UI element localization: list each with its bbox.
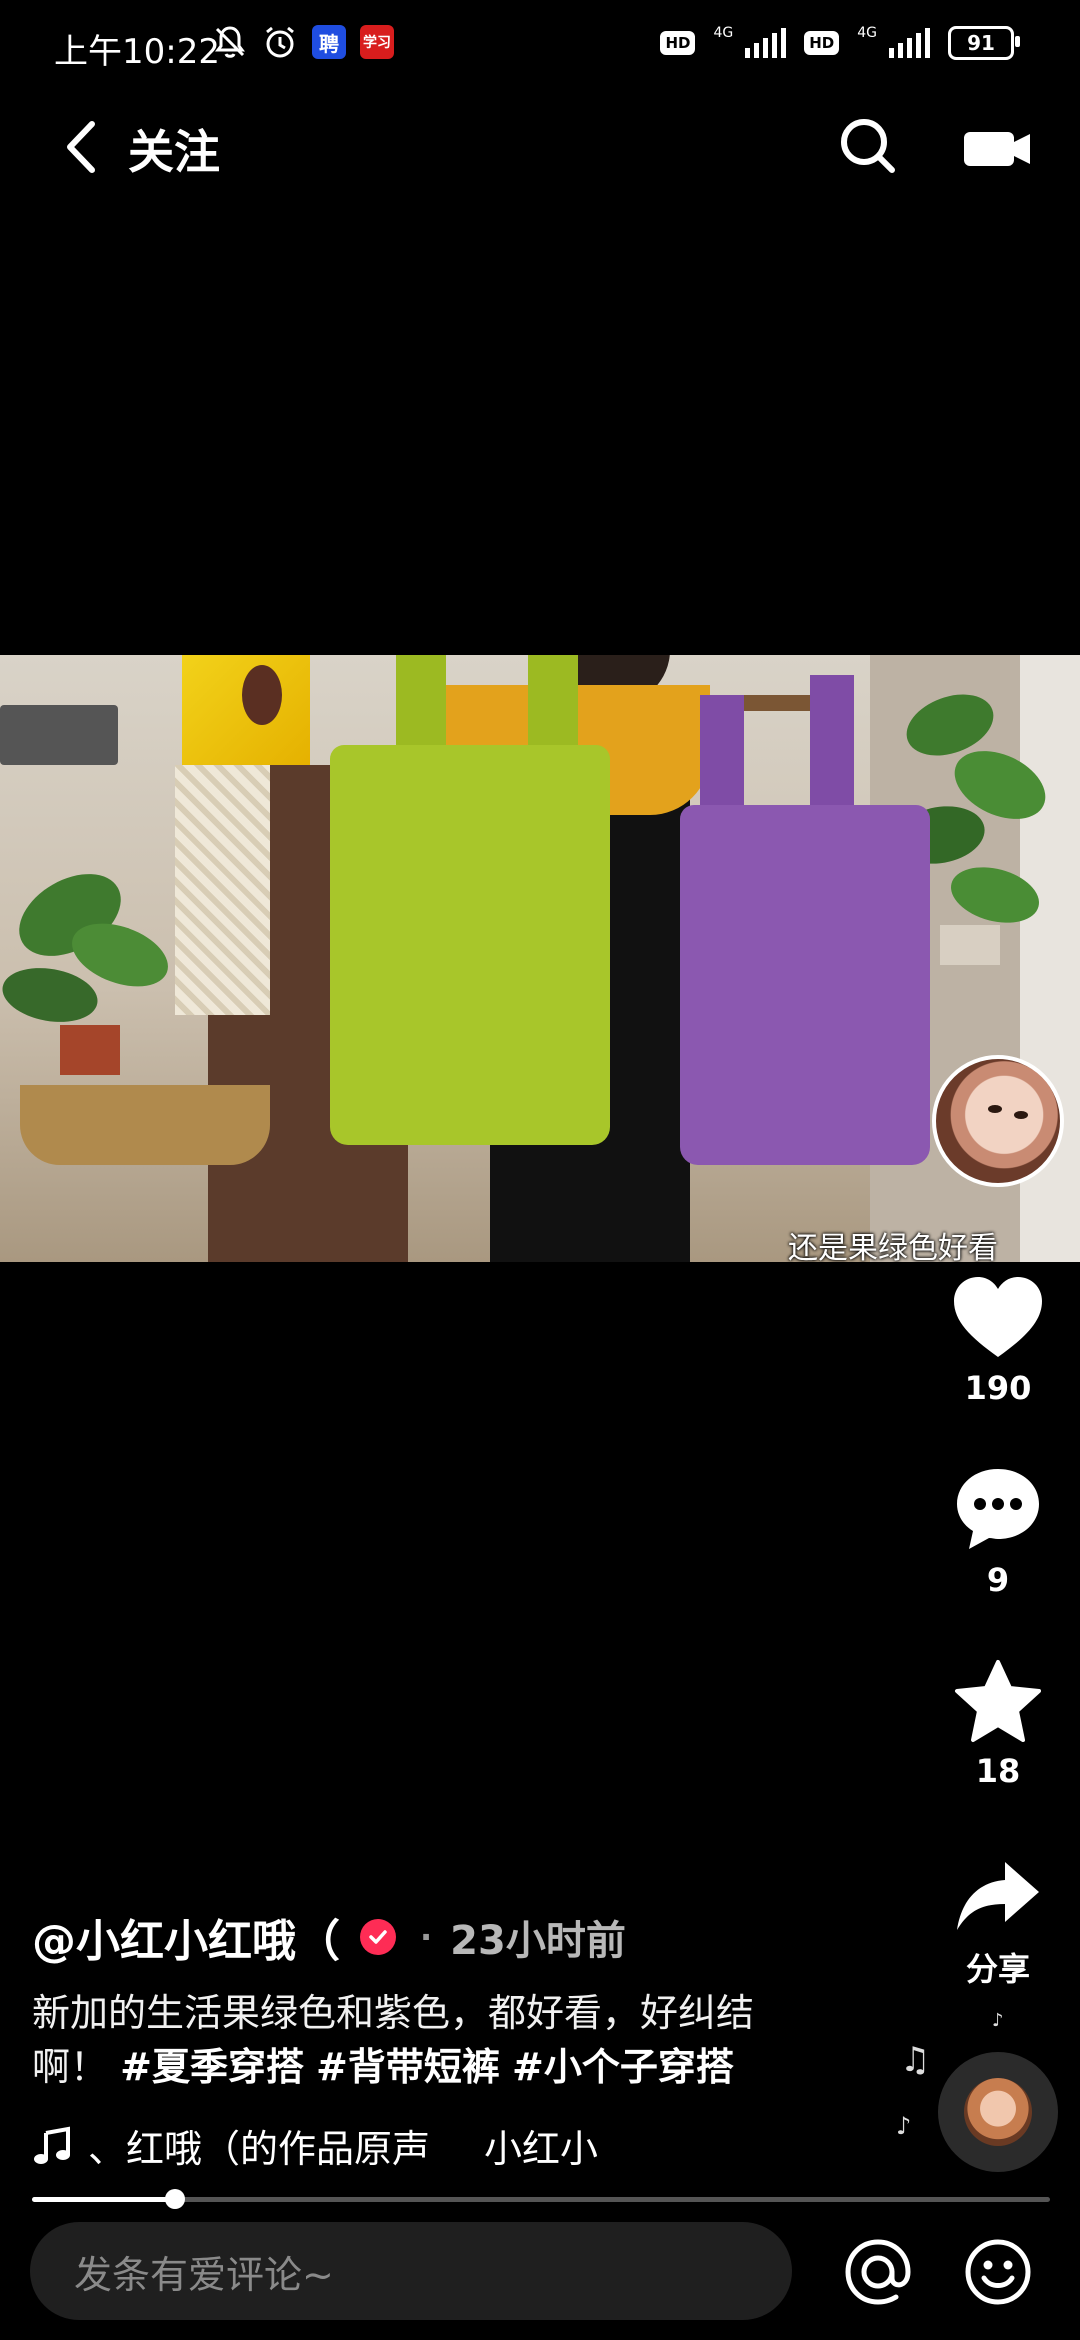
video-content[interactable]: 还是果绿色好看 bbox=[0, 655, 1080, 1262]
floating-note-icon: ♪ bbox=[992, 2010, 1004, 2031]
recruit-app-icon: 聘 bbox=[312, 25, 346, 59]
post-description: 新加的生活果绿色和紫色，都好看，好纠结啊！ #夏季穿搭 #背带短裤 #小个子穿搭 bbox=[32, 1986, 812, 2094]
music-author: 小红小 bbox=[484, 2127, 599, 2171]
video-scene-plant-left bbox=[2, 874, 168, 1075]
chevron-left-icon bbox=[67, 121, 95, 173]
heart-icon bbox=[954, 1277, 1042, 1357]
bell-muted-icon bbox=[215, 26, 245, 58]
page-title[interactable]: 关注 bbox=[128, 116, 220, 182]
floating-note-icon: ♫ bbox=[900, 2040, 931, 2080]
video-scene-switch bbox=[0, 705, 118, 765]
smiley-face-icon bbox=[965, 2239, 1031, 2305]
video-progress-bar[interactable] bbox=[32, 2189, 1050, 2209]
status-time: 上午10:22 bbox=[54, 32, 220, 72]
music-title: 、红哦（的作品原声 bbox=[88, 2127, 431, 2171]
hashtag-link[interactable]: #夏季穿搭 bbox=[120, 2045, 304, 2089]
comment-input[interactable]: 发条有爱评论~ bbox=[30, 2222, 792, 2320]
hashtag-link[interactable]: #小个子穿搭 bbox=[512, 2045, 734, 2089]
search-icon bbox=[841, 119, 895, 173]
like-button[interactable]: 190 bbox=[940, 1275, 1056, 1407]
separator-dot: · bbox=[420, 1918, 433, 1956]
comment-placeholder: 发条有爱评论~ bbox=[74, 2252, 334, 2297]
battery-level: 91 bbox=[967, 31, 995, 55]
verified-icon bbox=[360, 1919, 396, 1955]
star-icon bbox=[955, 1660, 1041, 1742]
study-app-icon: 学习 bbox=[360, 25, 394, 59]
mention-button[interactable] bbox=[842, 2236, 914, 2308]
share-arrow-icon bbox=[957, 1862, 1039, 1930]
music-disc-button[interactable] bbox=[938, 2052, 1058, 2172]
alarm-clock-icon bbox=[266, 26, 294, 58]
like-count: 190 bbox=[964, 1369, 1032, 1407]
hashtag-link[interactable]: #背带短裤 bbox=[316, 2045, 500, 2089]
emoji-button[interactable] bbox=[962, 2236, 1034, 2308]
video-scene-purple-overalls bbox=[680, 805, 930, 1165]
signal-2-icon bbox=[889, 28, 930, 58]
progress-thumb[interactable] bbox=[164, 2189, 185, 2209]
favorite-button[interactable]: 18 bbox=[940, 1658, 1056, 1790]
video-scene-basket bbox=[20, 1085, 270, 1165]
hd-badge-1: HD bbox=[660, 31, 696, 55]
author-avatar[interactable] bbox=[932, 1055, 1064, 1187]
search-button[interactable] bbox=[828, 106, 908, 186]
video-player-screen: 上午10:22 聘 学习 HD 4G HD 4G 91 关注 还是果绿色好看 1… bbox=[0, 0, 1080, 2340]
top-nav: 关注 bbox=[0, 96, 1080, 196]
music-disc-cover bbox=[964, 2078, 1032, 2146]
share-label: 分享 bbox=[965, 1950, 1030, 1988]
hd-badge-2: HD bbox=[804, 31, 840, 55]
status-system-icons: HD 4G HD 4G 91 bbox=[660, 25, 1020, 60]
music-note-icon bbox=[34, 2126, 70, 2164]
battery-icon: 91 bbox=[948, 26, 1020, 60]
avatar-eye bbox=[988, 1105, 1002, 1113]
network-type-2: 4G bbox=[857, 25, 877, 41]
camera-button[interactable] bbox=[958, 108, 1038, 188]
at-sign-icon bbox=[845, 2239, 911, 2305]
video-scene-poster bbox=[182, 655, 310, 765]
comment-button[interactable]: 9 bbox=[940, 1465, 1056, 1599]
status-notification-icons: 聘 学习 bbox=[212, 24, 394, 60]
comment-count: 9 bbox=[986, 1561, 1010, 1599]
author-row: @小红小红哦（ · 23小时前 bbox=[32, 1905, 626, 1969]
video-camera-icon bbox=[964, 132, 1030, 166]
progress-fill bbox=[32, 2197, 175, 2202]
comment-bubble-icon bbox=[957, 1469, 1039, 1549]
favorite-count: 18 bbox=[975, 1752, 1021, 1790]
share-button[interactable]: 分享 bbox=[940, 1858, 1056, 1990]
signal-1-icon bbox=[745, 28, 787, 58]
floating-note-icon: ♪ bbox=[896, 2112, 912, 2140]
post-time: 23小时前 bbox=[450, 1918, 626, 1964]
network-type-1: 4G bbox=[713, 25, 734, 41]
video-subtitle: 还是果绿色好看 bbox=[788, 1231, 998, 1262]
status-bar: 上午10:22 聘 学习 HD 4G HD 4G 91 bbox=[0, 0, 1080, 96]
video-scene-green-overalls bbox=[330, 745, 610, 1145]
avatar-eye bbox=[1014, 1111, 1028, 1119]
author-name[interactable]: @小红小红哦（ bbox=[32, 1905, 340, 1969]
music-info[interactable]: 、红哦（的作品原声 小红小 bbox=[32, 2118, 598, 2173]
back-button[interactable] bbox=[56, 112, 106, 182]
